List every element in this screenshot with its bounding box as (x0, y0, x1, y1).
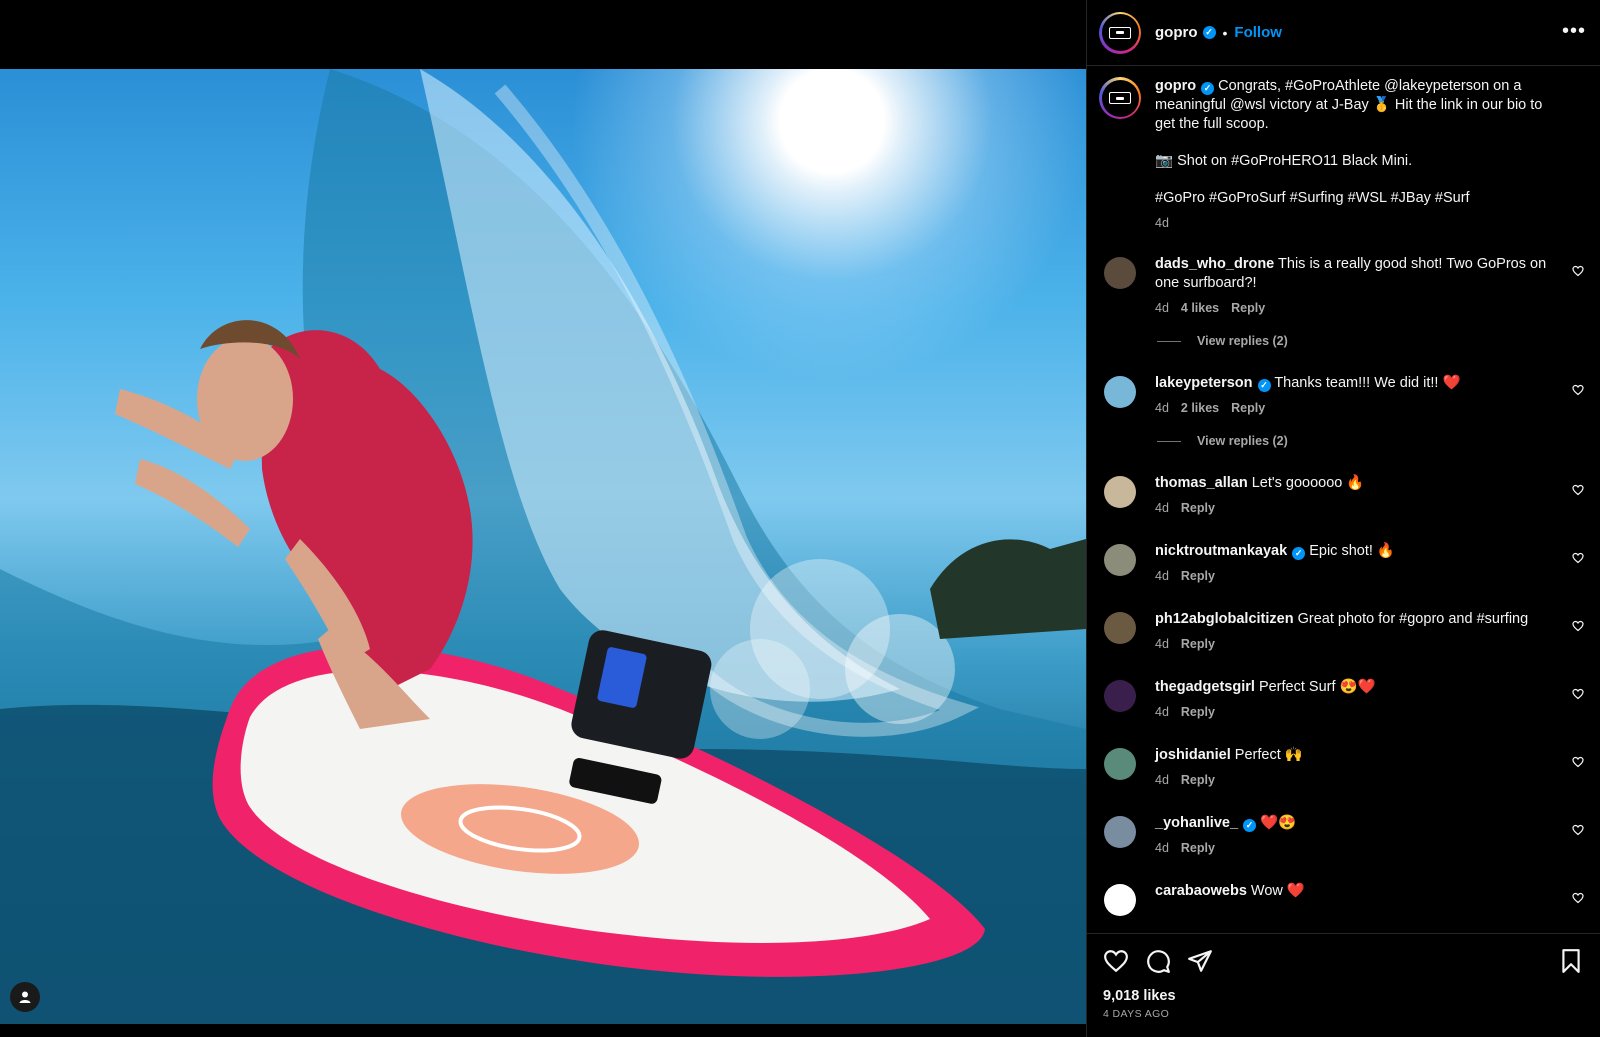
comment-text: Perfect 🙌 (1234, 747, 1303, 763)
view-replies-button[interactable]: View replies (2) (1157, 334, 1600, 348)
commenter-username[interactable]: nicktroutmankayak (1155, 543, 1287, 559)
comment-time: 4d (1155, 637, 1169, 651)
caption-author-avatar[interactable] (1099, 77, 1141, 119)
verified-badge-icon: ✓ (1202, 26, 1216, 39)
comment-item: dads_who_drone This is a really good sho… (1087, 255, 1600, 318)
comment-text: Epic shot! 🔥 (1309, 543, 1395, 559)
comment-like-heart-icon[interactable] (1572, 892, 1584, 904)
reply-button[interactable]: Reply (1181, 637, 1215, 651)
comment-like-heart-icon[interactable] (1572, 384, 1584, 396)
commenter-avatar[interactable] (1104, 257, 1136, 289)
commenter-username[interactable]: thomas_allan (1155, 475, 1248, 491)
comment-like-heart-icon[interactable] (1572, 688, 1584, 700)
post-photo[interactable] (0, 69, 1086, 1024)
verified-badge-icon: ✓ (1201, 82, 1215, 95)
author-username[interactable]: gopro (1155, 24, 1198, 41)
post-footer: 9,018 likes 4 DAYS AGO (1087, 933, 1600, 1037)
comment-text: Thanks team!!! We did it!! ❤️ (1274, 375, 1461, 391)
verified-badge-icon: ✓ (1257, 379, 1271, 392)
comment-like-heart-icon[interactable] (1572, 552, 1584, 564)
comment-item: lakeypeterson ✓ Thanks team!!! We did it!… (1087, 374, 1600, 418)
comment-item: joshidaniel Perfect 🙌 4d Reply (1087, 746, 1600, 790)
comment-item: nicktroutmankayak ✓ Epic shot! 🔥 4d Reply (1087, 542, 1600, 586)
commenter-username[interactable]: joshidaniel (1155, 747, 1231, 763)
post-caption: gopro ✓ Congrats, #GoProAthlete @lakeypet… (1087, 77, 1600, 233)
view-replies-button[interactable]: View replies (2) (1157, 434, 1600, 448)
comment-like-heart-icon[interactable] (1572, 484, 1584, 496)
comment-like-heart-icon[interactable] (1572, 265, 1584, 277)
reply-button[interactable]: Reply (1231, 401, 1265, 415)
comment-like-heart-icon[interactable] (1572, 756, 1584, 768)
commenter-username[interactable]: thegadgetsgirl (1155, 679, 1255, 695)
comment-item: carabaowebs Wow ❤️ (1087, 882, 1600, 916)
comment-time: 4d (1155, 501, 1169, 515)
comment-time: 4d (1155, 301, 1169, 315)
action-bar (1103, 934, 1584, 988)
commenter-avatar[interactable] (1104, 680, 1136, 712)
commenter-avatar[interactable] (1104, 612, 1136, 644)
commenter-avatar[interactable] (1104, 544, 1136, 576)
commenter-username[interactable]: ph12abglobalcitizen (1155, 611, 1294, 627)
commenter-username[interactable]: dads_who_drone (1155, 256, 1274, 272)
tagged-users-button[interactable] (10, 982, 40, 1012)
commenter-avatar[interactable] (1104, 816, 1136, 848)
comment-like-heart-icon[interactable] (1572, 824, 1584, 836)
comment-item: _yohanlive_ ✓ ❤️😍 4d Reply (1087, 814, 1600, 858)
comment-time: 4d (1155, 841, 1169, 855)
comment-time: 4d (1155, 773, 1169, 787)
commenter-avatar[interactable] (1104, 884, 1136, 916)
caption-text: Congrats, #GoProAthlete @lakeypeterson o… (1155, 78, 1543, 132)
likes-count[interactable]: 9,018 likes (1103, 988, 1584, 1004)
verified-badge-icon: ✓ (1292, 547, 1306, 560)
reply-button[interactable]: Reply (1181, 841, 1215, 855)
verified-badge-icon: ✓ (1243, 819, 1257, 832)
commenter-avatar[interactable] (1104, 476, 1136, 508)
caption-text: 📷 Shot on #GoProHERO11 Black Mini. (1155, 153, 1413, 169)
post-media (0, 0, 1086, 1037)
more-options-icon[interactable]: ••• (1562, 20, 1586, 43)
caption-time: 4d (1155, 216, 1169, 230)
comment-text: Perfect Surf 😍❤️ (1258, 679, 1376, 695)
post-date: 4 DAYS AGO (1103, 1008, 1170, 1020)
comment-text: ❤️😍 (1260, 815, 1297, 831)
author-avatar[interactable] (1099, 11, 1141, 54)
commenter-username[interactable]: lakeypeterson (1155, 375, 1253, 391)
follow-button[interactable]: Follow (1234, 24, 1282, 41)
comment-text: Great photo for #gopro and #surfing (1297, 611, 1529, 627)
comment-likes[interactable]: 4 likes (1181, 301, 1219, 315)
person-icon (19, 991, 31, 1003)
reply-button[interactable]: Reply (1181, 569, 1215, 583)
commenter-avatar[interactable] (1104, 376, 1136, 408)
gopro-logo-icon (1109, 92, 1131, 104)
comment-icon[interactable] (1145, 948, 1171, 974)
commenter-avatar[interactable] (1104, 748, 1136, 780)
post-side-panel: gopro ✓ • Follow ••• gopro ✓ Congrats, #G… (1086, 0, 1600, 1037)
comment-text: Let's goooooo 🔥 (1251, 475, 1365, 491)
commenter-username[interactable]: carabaowebs (1155, 883, 1247, 899)
comment-like-heart-icon[interactable] (1572, 620, 1584, 632)
caption-hashtags: #GoPro #GoProSurf #Surfing #WSL #JBay #S… (1155, 190, 1470, 206)
comment-likes[interactable]: 2 likes (1181, 401, 1219, 415)
header-separator: • (1222, 24, 1228, 41)
comment-time: 4d (1155, 705, 1169, 719)
share-send-icon[interactable] (1187, 948, 1213, 974)
comment-item: thomas_allan Let's goooooo 🔥 4d Reply (1087, 474, 1600, 518)
reply-button[interactable]: Reply (1181, 773, 1215, 787)
commenter-username[interactable]: _yohanlive_ (1155, 815, 1238, 831)
comment-time: 4d (1155, 401, 1169, 415)
reply-button[interactable]: Reply (1181, 705, 1215, 719)
comment-item: thegadgetsgirl Perfect Surf 😍❤️ 4d Reply (1087, 678, 1600, 722)
comments-list[interactable]: gopro ✓ Congrats, #GoProAthlete @lakeypet… (1087, 67, 1600, 933)
caption-username[interactable]: gopro (1155, 78, 1196, 94)
surf-illustration (0, 69, 1086, 1024)
post-header: gopro ✓ • Follow ••• (1087, 0, 1600, 66)
comment-time: 4d (1155, 569, 1169, 583)
comment-item: ph12abglobalcitizen Great photo for #gop… (1087, 610, 1600, 654)
like-heart-icon[interactable] (1103, 948, 1129, 974)
save-bookmark-icon[interactable] (1558, 948, 1584, 974)
comment-text: Wow ❤️ (1250, 883, 1305, 899)
reply-button[interactable]: Reply (1231, 301, 1265, 315)
gopro-logo-icon (1109, 26, 1131, 39)
reply-button[interactable]: Reply (1181, 501, 1215, 515)
